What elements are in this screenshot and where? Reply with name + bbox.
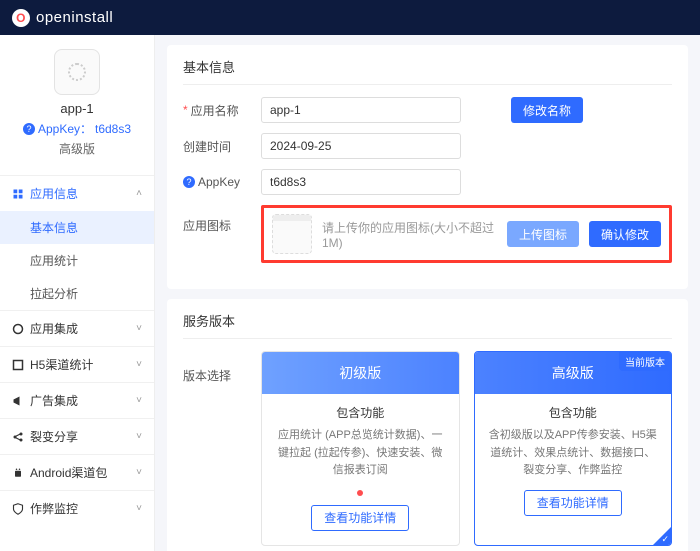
app-icon-placeholder (54, 49, 100, 95)
appkey-input[interactable] (261, 169, 461, 195)
app-name: app-1 (10, 101, 144, 116)
plans-container: 初级版包含功能应用统计 (APP总览统计数据)、一键拉起 (拉起传参)、快速安装… (261, 351, 672, 546)
row-icon: 应用图标 请上传你的应用图标(大小不超过1M) 上传图标 确认修改 (183, 205, 672, 263)
main-content: 基本信息 *应用名称 修改名称 创建时间 ?AppKey 应用图标 请上传你的应… (155, 35, 700, 551)
chevron-down-icon: ˅ (136, 395, 142, 406)
chevron-down-icon: ˅ (136, 467, 142, 478)
menu-group-ad[interactable]: 广告集成˅ (0, 383, 154, 418)
row-appkey: ?AppKey (183, 169, 672, 195)
chevron-down-icon: ˅ (136, 503, 142, 514)
upload-hint: 请上传你的应用图标(大小不超过1M) (322, 219, 497, 250)
confirm-upload-button[interactable]: 确认修改 (589, 221, 661, 247)
help-icon[interactable]: ? (183, 176, 195, 188)
sidebar: app-1 ? AppKey：t6d8s3 高级版 应用信息˄基本信息应用统计拉… (0, 35, 155, 551)
submenu-item[interactable]: 拉起分析 (0, 277, 154, 310)
current-tag: 当前版本 (619, 352, 671, 371)
menu-group-shield[interactable]: 作弊监控˅ (0, 491, 154, 526)
service-card: 服务版本 版本选择 初级版包含功能应用统计 (APP总览统计数据)、一键拉起 (… (167, 299, 688, 551)
sidebar-menu: 应用信息˄基本信息应用统计拉起分析应用集成˅H5渠道统计˅广告集成˅裂变分享˅A… (0, 175, 154, 526)
upload-thumb[interactable] (272, 214, 312, 254)
help-icon: ? (23, 123, 35, 135)
chevron-down-icon: ˅ (136, 431, 142, 442)
row-app-name: *应用名称 修改名称 (183, 97, 672, 123)
plan-adv[interactable]: 当前版本高级版包含功能含初级版以及APP传参安装、H5渠道统计、效果点统计、数据… (474, 351, 673, 546)
menu-group-app[interactable]: 应用信息˄ (0, 176, 154, 211)
app-edition: 高级版 (10, 140, 144, 157)
sidebar-app-header: app-1 ? AppKey：t6d8s3 高级版 (0, 35, 154, 167)
basic-info-card: 基本信息 *应用名称 修改名称 创建时间 ?AppKey 应用图标 请上传你的应… (167, 45, 688, 289)
card-title-basic: 基本信息 (183, 57, 672, 85)
topbar: O openinstall (0, 0, 700, 35)
plan-basic[interactable]: 初级版包含功能应用统计 (APP总览统计数据)、一键拉起 (拉起传参)、快速安装… (261, 351, 460, 546)
row-created: 创建时间 (183, 133, 672, 159)
menu-group-android[interactable]: Android渠道包˅ (0, 455, 154, 490)
plan-header: 初级版 (262, 352, 459, 394)
alert-dot-icon (357, 490, 363, 496)
brand-logo[interactable]: O openinstall (12, 9, 113, 27)
menu-group-h5[interactable]: H5渠道统计˅ (0, 347, 154, 382)
plan-detail-button[interactable]: 查看功能详情 (524, 490, 622, 516)
brand-icon: O (12, 9, 30, 27)
check-icon: ✓ (661, 534, 669, 545)
created-input (261, 133, 461, 159)
submenu-item[interactable]: 基本信息 (0, 211, 154, 244)
menu-group-split[interactable]: 裂变分享˅ (0, 419, 154, 454)
chevron-down-icon: ˅ (136, 323, 142, 334)
rename-button[interactable]: 修改名称 (511, 97, 583, 123)
appkey-line[interactable]: ? AppKey：t6d8s3 (10, 120, 144, 137)
plan-detail-button[interactable]: 查看功能详情 (311, 505, 409, 531)
chevron-down-icon: ˅ (136, 359, 142, 370)
app-name-input[interactable] (261, 97, 461, 123)
chevron-up-icon: ˄ (136, 188, 142, 199)
row-plan-select: 版本选择 初级版包含功能应用统计 (APP总览统计数据)、一键拉起 (拉起传参)… (183, 351, 672, 546)
upload-highlight: 请上传你的应用图标(大小不超过1M) 上传图标 确认修改 (261, 205, 672, 263)
upload-button[interactable]: 上传图标 (507, 221, 579, 247)
brand-text: openinstall (36, 9, 113, 26)
submenu-item[interactable]: 应用统计 (0, 244, 154, 277)
card-title-service: 服务版本 (183, 311, 672, 339)
menu-group-integrate[interactable]: 应用集成˅ (0, 311, 154, 346)
